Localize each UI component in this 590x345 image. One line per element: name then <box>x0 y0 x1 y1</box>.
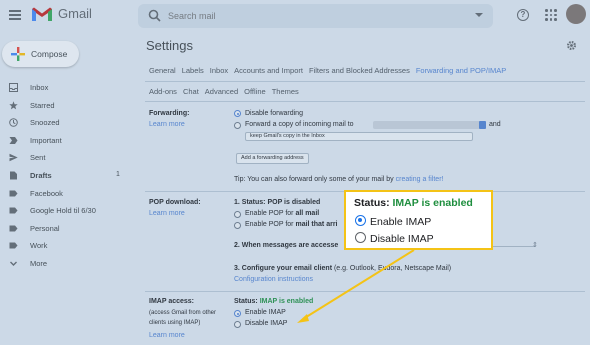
imap-callout: Status: IMAP is enabled Enable IMAP Disa… <box>344 190 493 250</box>
callout-arrow <box>297 249 415 323</box>
callout-disable-label: Disable IMAP <box>370 233 434 245</box>
callout-disable-radio[interactable] <box>355 232 366 243</box>
callout-enable-radio[interactable] <box>355 215 366 226</box>
callout-status-value: IMAP is enabled <box>392 197 473 209</box>
gmail-window: Gmail ? Compose Inbox <box>0 0 590 345</box>
callout-disable-option[interactable]: Disable IMAP <box>355 232 434 245</box>
callout-enable-label: Enable IMAP <box>370 216 432 228</box>
callout-enable-option[interactable]: Enable IMAP <box>355 215 431 228</box>
callout-status: Status: IMAP is enabled <box>354 197 473 209</box>
callout-status-prefix: Status: <box>354 197 390 209</box>
